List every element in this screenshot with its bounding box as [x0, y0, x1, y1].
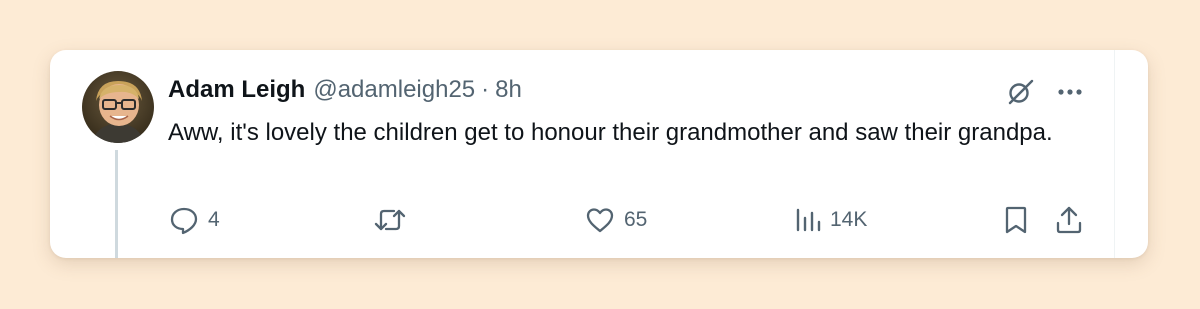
column-divider	[1114, 50, 1115, 258]
share-icon	[1056, 206, 1082, 234]
views-count: 14K	[830, 208, 868, 231]
timestamp[interactable]: 8h	[495, 76, 522, 104]
author-name[interactable]: Adam Leigh	[168, 76, 305, 104]
more-button[interactable]	[1054, 76, 1086, 108]
reply-icon	[170, 207, 198, 235]
reply-count: 4	[208, 208, 220, 231]
more-icon	[1058, 89, 1082, 95]
tweet-header: Adam Leigh @adamleigh25 · 8h	[168, 76, 522, 106]
tweet-card[interactable]: Adam Leigh @adamleigh25 · 8h Aww, it's l…	[50, 50, 1148, 258]
retweet-button[interactable]	[373, 202, 415, 238]
grok-button[interactable]	[1004, 76, 1036, 108]
bookmark-button[interactable]	[1002, 202, 1030, 238]
thread-line	[115, 150, 118, 258]
avatar[interactable]	[82, 71, 154, 143]
views-icon	[796, 208, 821, 232]
like-icon	[586, 208, 614, 233]
separator-dot: ·	[481, 76, 490, 103]
share-button[interactable]	[1054, 202, 1084, 238]
views-button[interactable]: 14K	[794, 202, 867, 238]
retweet-icon	[374, 209, 406, 231]
like-count: 65	[624, 208, 648, 231]
author-handle[interactable]: @adamleigh25	[313, 76, 475, 104]
avatar-image	[82, 71, 154, 143]
bookmark-icon	[1005, 206, 1027, 234]
grok-icon	[1008, 79, 1034, 105]
like-button[interactable]: 65	[584, 202, 647, 238]
tweet-text: Aww, it's lovely the children get to hon…	[168, 119, 1053, 146]
reply-button[interactable]: 4	[168, 202, 220, 238]
